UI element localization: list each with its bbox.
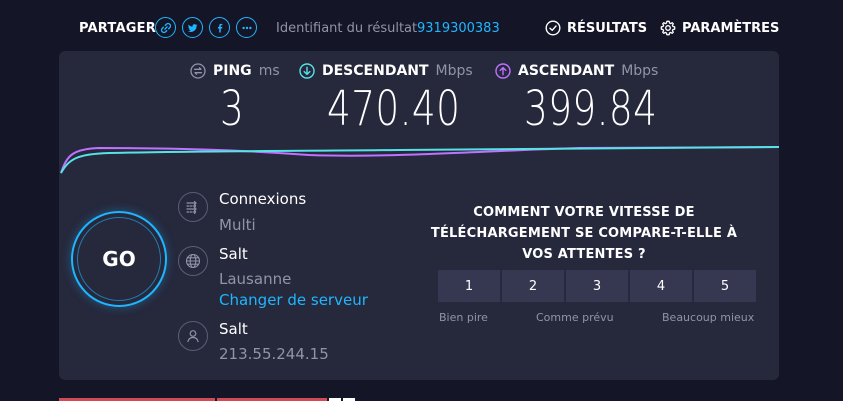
- result-id-link[interactable]: 9319300383: [417, 21, 500, 36]
- download-graph-line: [60, 146, 779, 174]
- speed-graph: [60, 146, 779, 174]
- user-icon: [178, 321, 208, 351]
- connections-icon: [178, 192, 208, 222]
- download-value: 470.40: [327, 81, 461, 137]
- ping-unit: ms: [258, 63, 280, 79]
- server-location: Lausanne: [219, 270, 292, 288]
- share-label: PARTAGER: [79, 21, 156, 36]
- globe-icon: [178, 246, 208, 276]
- results-label: RÉSULTATS: [567, 20, 648, 36]
- server-title: Salt: [219, 245, 248, 263]
- share-icons: [155, 17, 257, 38]
- rating-mid-label: Comme prévu: [536, 311, 614, 324]
- ping-label: PING: [213, 63, 252, 79]
- download-unit: Mbps: [435, 63, 473, 79]
- more-icon[interactable]: [236, 17, 257, 38]
- connections-value: Multi: [219, 216, 256, 234]
- settings-label: PARAMÈTRES: [682, 20, 780, 36]
- ping-metric: PING ms: [190, 63, 280, 79]
- upload-graph-line: [60, 146, 779, 174]
- rating-option-3[interactable]: 3: [566, 270, 628, 302]
- download-metric: DESCENDANT Mbps: [299, 63, 473, 79]
- download-label: DESCENDANT: [322, 63, 429, 79]
- gear-icon: [660, 20, 676, 36]
- change-server-link[interactable]: Changer de serveur: [219, 291, 368, 309]
- check-circle-icon: [545, 20, 561, 36]
- upload-unit: Mbps: [621, 63, 659, 79]
- survey-question: COMMENT VOTRE VITESSE DE TÉLÉCHARGEMENT …: [430, 205, 738, 262]
- result-id-label: Identifiant du résultat: [276, 21, 418, 36]
- top-bar: PARTAGER Identifiant du résultat 9319300: [0, 0, 843, 56]
- rating-option-2[interactable]: 2: [502, 270, 564, 302]
- settings-button[interactable]: PARAMÈTRES: [660, 20, 779, 36]
- rating-option-1[interactable]: 1: [438, 270, 500, 302]
- download-arrow-icon: [299, 63, 315, 79]
- rating-option-5[interactable]: 5: [694, 270, 756, 302]
- ping-icon: [190, 63, 206, 79]
- upload-label: ASCENDANT: [518, 63, 615, 79]
- provider-ip: 213.55.244.15: [219, 345, 329, 363]
- connections-title: Connexions: [219, 190, 307, 208]
- link-icon[interactable]: [155, 17, 176, 38]
- upload-metric: ASCENDANT Mbps: [495, 63, 658, 79]
- facebook-icon[interactable]: [209, 17, 230, 38]
- twitter-icon[interactable]: [182, 17, 203, 38]
- rating-scale: 1 2 3 4 5: [438, 270, 756, 302]
- rating-option-4[interactable]: 4: [630, 270, 692, 302]
- upload-arrow-icon: [495, 63, 511, 79]
- rating-low-label: Bien pire: [439, 311, 488, 324]
- ping-value: 3: [220, 81, 245, 137]
- results-panel: PING ms DESCENDANT Mbps ASCENDANT Mbps 3…: [59, 51, 779, 380]
- go-label: GO: [77, 217, 161, 301]
- go-button[interactable]: GO: [71, 211, 167, 307]
- results-button[interactable]: RÉSULTATS: [545, 20, 647, 36]
- provider-title: Salt: [219, 320, 248, 338]
- upload-value: 399.84: [524, 81, 658, 137]
- rating-high-label: Beaucoup mieux: [662, 311, 755, 324]
